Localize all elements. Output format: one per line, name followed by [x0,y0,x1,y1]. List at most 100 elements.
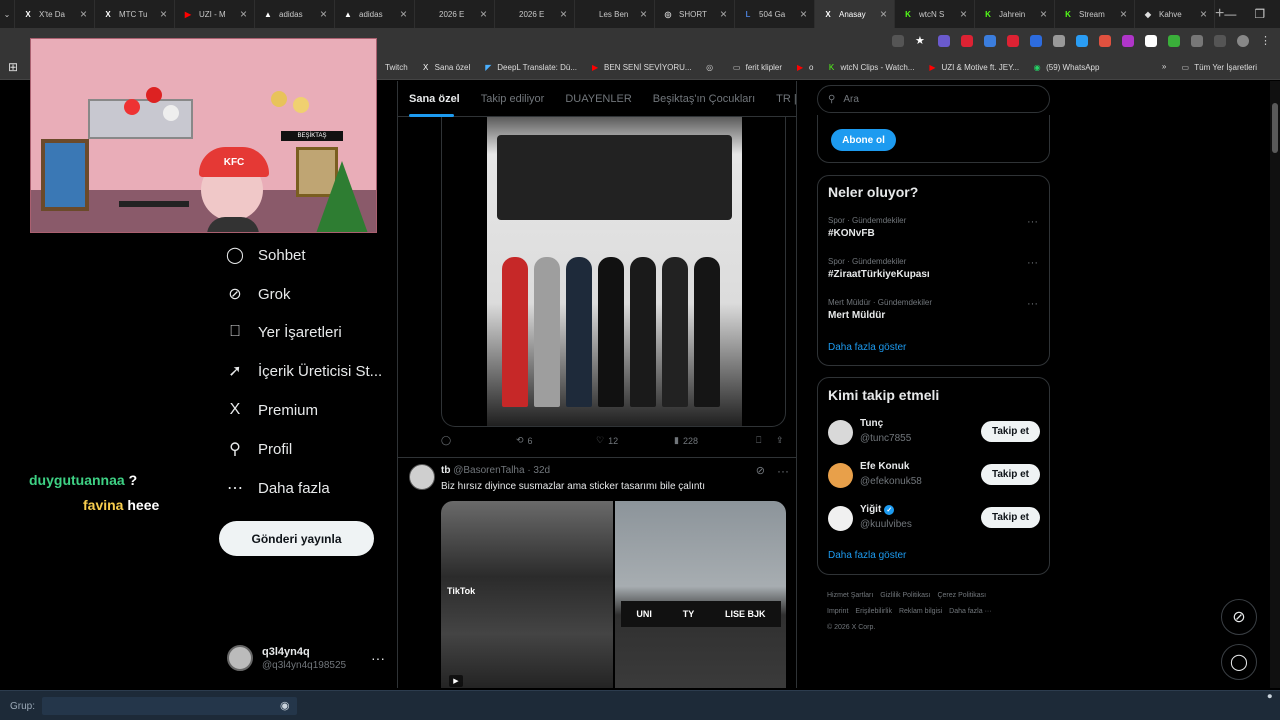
extension-icon[interactable] [1099,35,1111,47]
tab-search-button[interactable]: ⌄ [0,0,15,28]
profile-avatar[interactable] [1237,35,1249,47]
extension-icon[interactable] [984,35,996,47]
close-tab-icon[interactable]: × [880,7,887,21]
footer-link[interactable]: Imprint [827,608,848,615]
trend-item[interactable]: Spor · Gündemdekiler #KONvFB ··· [828,216,1038,239]
bookmark-item[interactable]: ◤ DeepL Translate: Dü... [483,62,577,72]
nav-item-chat[interactable]: ◯ Sohbet [226,246,306,265]
tweet-time[interactable]: · 32d [527,465,550,476]
views-button[interactable]: ▮ 228 [674,435,756,446]
tab-timeline[interactable]: Beşiktaş'ın Çocukları [653,93,755,105]
footer-link[interactable]: Çerez Politikası [937,592,986,599]
more-icon[interactable]: ··· [777,464,789,478]
grok-icon[interactable]: ⊘ [756,464,765,477]
close-tab-icon[interactable]: × [640,7,647,21]
search-input[interactable]: ⚲ Ara [817,85,1050,113]
extensions-puzzle-icon[interactable] [1191,35,1203,47]
close-tab-icon[interactable]: × [800,7,807,21]
share-button[interactable]: ⇪ [776,435,784,446]
footer-link[interactable]: Gizlilik Politikası [880,592,930,599]
close-tab-icon[interactable]: × [320,7,327,21]
extension-icon[interactable] [1145,35,1157,47]
close-tab-icon[interactable]: × [160,7,167,21]
browser-tab[interactable]: ◎ SHORT × [655,0,735,28]
extension-icon[interactable] [1168,35,1180,47]
nav-item-person[interactable]: ⚲ Profil [226,440,292,459]
extension-icon[interactable] [961,35,973,47]
tweet-media[interactable]: TikTok ▶ UNI TY LISE BJK [441,501,786,688]
media-video[interactable]: TikTok ▶ [441,501,613,688]
browser-tab[interactable]: L 504 Ga × [735,0,815,28]
browser-tab[interactable]: KwtcN S × [895,0,975,28]
reading-list-icon[interactable] [1214,35,1226,47]
bookmark-item[interactable]: ▶ o [795,62,814,72]
close-tab-icon[interactable]: × [560,7,567,21]
close-tab-icon[interactable]: × [480,7,487,21]
follow-suggestion[interactable]: Yiğit ✓ @kuulvibes Takip et [828,504,1040,534]
tab-timeline[interactable]: Takip ediliyor [481,93,545,105]
more-icon[interactable]: ··· [1027,216,1038,228]
grok-fab[interactable]: ⊘ [1221,599,1257,635]
avatar[interactable] [828,463,853,488]
scrollbar-thumb[interactable] [1272,103,1278,153]
follow-suggestion[interactable]: Efe Konuk @efekonuk58 Takip et [828,461,1040,491]
messages-fab[interactable]: ◯ [1221,644,1257,680]
browser-tab[interactable]: K Jahrein × [975,0,1055,28]
tweet-author[interactable]: tb [441,465,450,476]
bookmark-item[interactable]: ▶ UZI & Motive ft. JEY... [927,62,1019,72]
more-icon[interactable]: ··· [1027,257,1038,269]
browser-tab[interactable]: ▲ adidas × [255,0,335,28]
more-icon[interactable]: ··· [1027,298,1038,310]
new-tab-button[interactable]: + [1215,5,1224,23]
follow-button[interactable]: Takip et [981,421,1040,442]
bookmark-item[interactable]: ▶ BEN SENİ SEVİYORU... [590,62,692,72]
footer-link[interactable]: Erişilebilirlik [855,608,892,615]
close-tab-icon[interactable]: × [1200,7,1207,21]
show-more-link[interactable]: Daha fazla göster [828,550,906,561]
subscribe-button[interactable]: Abone ol [831,129,896,151]
account-switcher[interactable]: q3l4yn4q @q3l4yn4q198525 [227,645,346,671]
nav-item-grok[interactable]: ⊘ Grok [226,285,290,304]
all-bookmarks-folder[interactable]: ▭ Tüm Yer İşaretleri [1180,62,1257,72]
record-icon[interactable]: ◉ [280,699,290,712]
bookmarks-overflow-icon[interactable]: » [1162,62,1166,72]
suggestion-name[interactable]: Efe Konuk [860,461,909,472]
browser-tab[interactable]: 2026 E × [415,0,495,28]
browser-tab[interactable]: 2026 E × [495,0,575,28]
tweet-handle[interactable]: @BasorenTalha [453,465,524,476]
like-button[interactable]: ♡ 12 [596,435,674,446]
close-tab-icon[interactable]: × [80,7,87,21]
extension-icon[interactable] [1030,35,1042,47]
close-tab-icon[interactable]: × [240,7,247,21]
bookmark-item[interactable]: ▭ ferit klipler [732,62,782,72]
apps-grid-icon[interactable]: ⊞ [0,60,26,74]
extension-icon[interactable] [1076,35,1088,47]
post-image[interactable] [441,117,786,427]
footer-link[interactable]: Reklam bilgisi [899,608,942,615]
bookmark-item[interactable]: KwtcN Clips - Watch... [827,62,915,72]
footer-link[interactable]: Hizmet Şartları [827,592,873,599]
suggestion-name[interactable]: Yiğit [860,504,881,515]
close-tab-icon[interactable]: × [720,7,727,21]
menu-kebab-icon[interactable]: ⋮ [1260,35,1272,47]
follow-suggestion[interactable]: Tunç @tunc7855 Takip et [828,418,1040,448]
close-tab-icon[interactable]: × [1120,7,1127,21]
close-tab-icon[interactable]: × [1040,7,1047,21]
star-icon[interactable]: ★ [915,35,927,47]
footer-link[interactable]: Daha fazla ··· [949,608,991,615]
tab-timeline[interactable]: Sana özel [409,93,460,117]
minimize-icon[interactable]: — [1224,7,1236,21]
avatar[interactable] [409,464,435,490]
tab-timeline[interactable]: DUAYENLER [565,93,631,105]
bookmark-item[interactable]: X Sana özel [421,62,470,72]
trend-item[interactable]: Mert Müldür · Gündemdekiler Mert Müldür ··… [828,298,1038,321]
mic-icon[interactable]: ⏺ [1267,691,1272,702]
suggestion-name[interactable]: Tunç [860,418,883,429]
show-more-link[interactable]: Daha fazla göster [828,342,906,353]
scrollbar[interactable] [1270,81,1280,688]
avatar[interactable] [828,420,853,445]
nav-item-more-circle[interactable]: ⋯ Daha fazla [226,479,330,498]
browser-tab[interactable]: X X'te Da × [15,0,95,28]
restore-icon[interactable]: ❐ [1254,7,1265,21]
trend-item[interactable]: Spor · Gündemdekiler #ZiraatTürkiyeKupası… [828,257,1038,280]
